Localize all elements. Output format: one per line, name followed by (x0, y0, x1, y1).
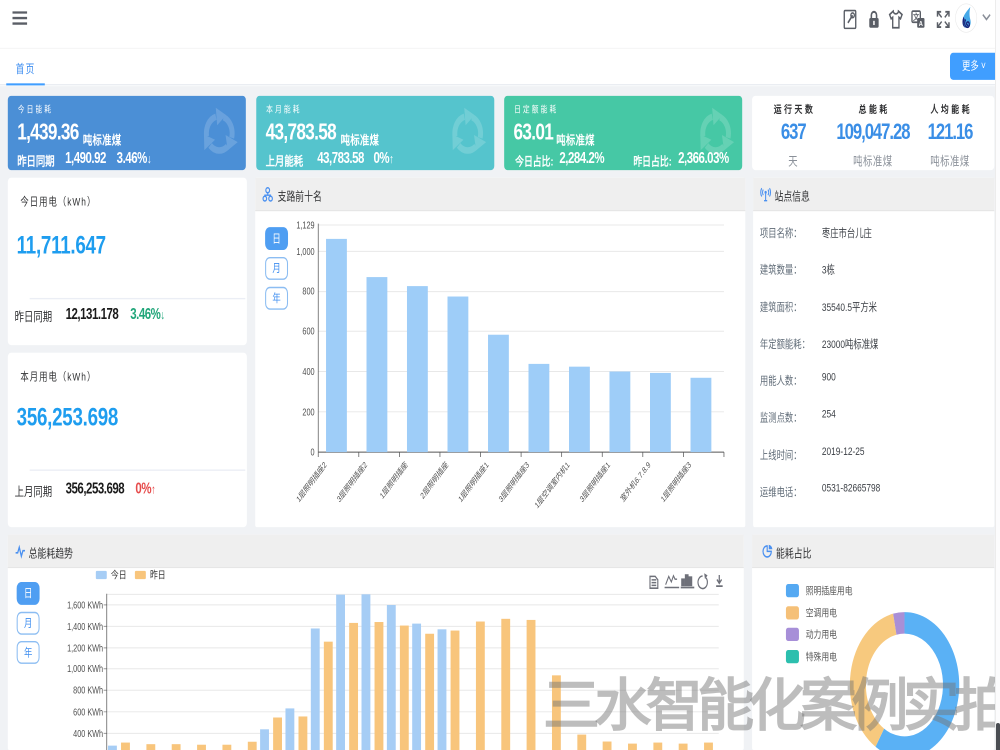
svg-text:600: 600 (302, 326, 314, 337)
svg-text:1层照明插座1: 1层照明插座1 (456, 459, 490, 504)
svg-text:今日: 今日 (111, 568, 127, 580)
svg-text:A: A (919, 20, 923, 28)
svg-text:1层照明插座3: 1层照明插座3 (659, 459, 693, 504)
svg-text:0: 0 (311, 447, 315, 458)
svg-text:3层照明插座2: 3层照明插座2 (335, 459, 369, 504)
svg-text:1,400 KWh: 1,400 KWh (67, 621, 103, 632)
svg-text:3层照明插座1: 3层照明插座1 (578, 459, 612, 504)
svg-text:1,200 KWh: 1,200 KWh (67, 642, 103, 653)
svg-text:2层照明插座: 2层照明插座 (418, 459, 450, 501)
svg-text:1层照明插座: 1层照明插座 (378, 459, 410, 501)
svg-text:400 KWh: 400 KWh (73, 728, 103, 739)
svg-text:800 KWh: 800 KWh (73, 685, 103, 696)
svg-text:800: 800 (302, 285, 314, 296)
svg-text:3层照明插座3: 3层照明插座3 (497, 459, 531, 504)
svg-text:空调用电: 空调用电 (806, 606, 837, 618)
svg-text:600 KWh: 600 KWh (73, 706, 103, 717)
svg-text:1,000: 1,000 (296, 246, 314, 257)
svg-text:1层照明插座2: 1层照明插座2 (294, 459, 328, 504)
svg-text:1,129: 1,129 (296, 219, 314, 230)
svg-text:400: 400 (302, 366, 314, 377)
svg-text:动力用电: 动力用电 (806, 628, 837, 640)
svg-text:照明插座用电: 照明插座用电 (806, 584, 853, 596)
svg-text:昨日: 昨日 (150, 568, 166, 580)
svg-text:1,600 KWh: 1,600 KWh (67, 599, 103, 610)
svg-text:室外机6.7.8.9: 室外机6.7.8.9 (618, 459, 652, 504)
svg-text:200: 200 (302, 406, 314, 417)
svg-text:1层空调室内机1: 1层空调室内机1 (533, 459, 572, 511)
svg-text:1,000 KWh: 1,000 KWh (67, 663, 103, 674)
